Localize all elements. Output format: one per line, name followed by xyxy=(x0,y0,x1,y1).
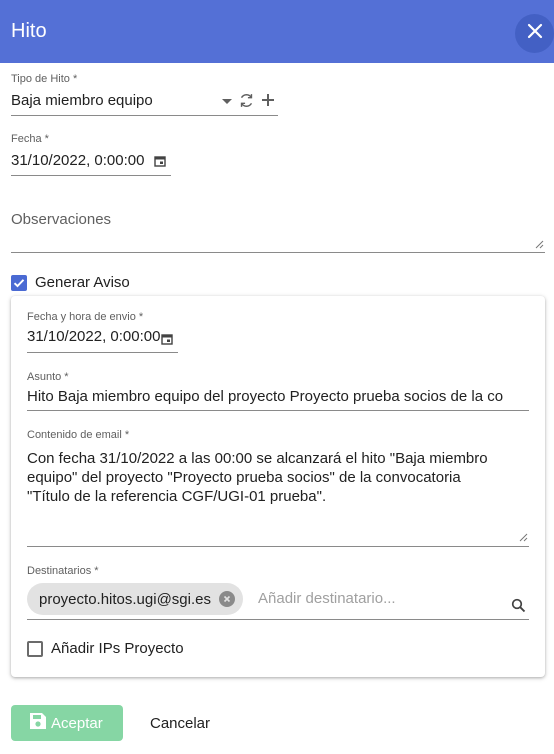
chip-remove-icon[interactable] xyxy=(218,591,235,607)
destinatarios-label: Destinatarios * xyxy=(27,565,99,577)
hito-dialog: Hito Tipo de Hito * Baja miembro equipo … xyxy=(0,0,554,754)
asunto-underline xyxy=(27,410,529,411)
accept-label: Aceptar xyxy=(51,714,103,732)
contenido-label: Contenido de email * xyxy=(27,429,130,441)
calendar-icon[interactable] xyxy=(153,154,167,168)
tipo-hito-select[interactable]: Baja miembro equipo xyxy=(11,92,153,109)
tipo-hito-underline xyxy=(11,115,278,116)
refresh-icon[interactable] xyxy=(237,91,255,109)
observaciones-underline xyxy=(11,252,545,253)
destinatarios-underline xyxy=(27,619,529,620)
anadir-ips-label: Añadir IPs Proyecto xyxy=(51,640,184,657)
dialog-title: Hito xyxy=(11,20,47,42)
asunto-label: Asunto * xyxy=(27,371,69,383)
cancel-button[interactable]: Cancelar xyxy=(134,705,226,741)
anadir-ips-checkbox[interactable] xyxy=(27,641,43,657)
calendar-icon[interactable] xyxy=(160,332,174,346)
observaciones-textarea[interactable]: Observaciones xyxy=(11,211,111,228)
asunto-input[interactable]: Hito Baja miembro equipo del proyecto Pr… xyxy=(27,388,529,405)
save-icon xyxy=(29,712,47,735)
contenido-textarea[interactable]: Con fecha 31/10/2022 a las 00:00 se alca… xyxy=(27,449,488,506)
fecha-envio-input[interactable]: 31/10/2022, 0:00:00 xyxy=(27,328,160,345)
chip-label: proyecto.hitos.ugi@sgi.es xyxy=(39,590,211,608)
resize-handle-icon[interactable] xyxy=(519,533,528,542)
close-button[interactable] xyxy=(515,14,554,53)
add-icon[interactable] xyxy=(259,91,277,109)
generar-aviso-checkbox[interactable] xyxy=(11,275,27,291)
chevron-down-icon[interactable] xyxy=(219,95,235,107)
fecha-envio-underline xyxy=(27,352,178,353)
contenido-underline xyxy=(27,546,529,547)
resize-handle-icon[interactable] xyxy=(535,240,544,249)
check-icon xyxy=(13,279,25,288)
fecha-input[interactable]: 31/10/2022, 0:00:00 xyxy=(11,152,144,169)
fecha-label: Fecha * xyxy=(11,133,49,145)
fecha-envio-label: Fecha y hora de envio * xyxy=(27,311,144,323)
contenido-line: "Título de la referencia CGF/UGI-01 prue… xyxy=(27,488,327,505)
dialog-header: Hito xyxy=(0,0,554,63)
tipo-hito-label: Tipo de Hito * xyxy=(11,73,78,85)
fecha-underline xyxy=(11,175,171,176)
contenido-line: Con fecha 31/10/2022 a las 00:00 se alca… xyxy=(27,450,488,467)
generar-aviso-label: Generar Aviso xyxy=(35,274,130,291)
accept-button[interactable]: Aceptar xyxy=(11,705,123,741)
destinatario-input[interactable]: Añadir destinatario... xyxy=(258,590,396,607)
destinatario-chip[interactable]: proyecto.hitos.ugi@sgi.es xyxy=(27,583,243,615)
close-icon xyxy=(527,23,543,44)
contenido-line: equipo" del proyecto "Proyecto prueba so… xyxy=(27,469,461,486)
search-icon[interactable] xyxy=(510,597,526,613)
